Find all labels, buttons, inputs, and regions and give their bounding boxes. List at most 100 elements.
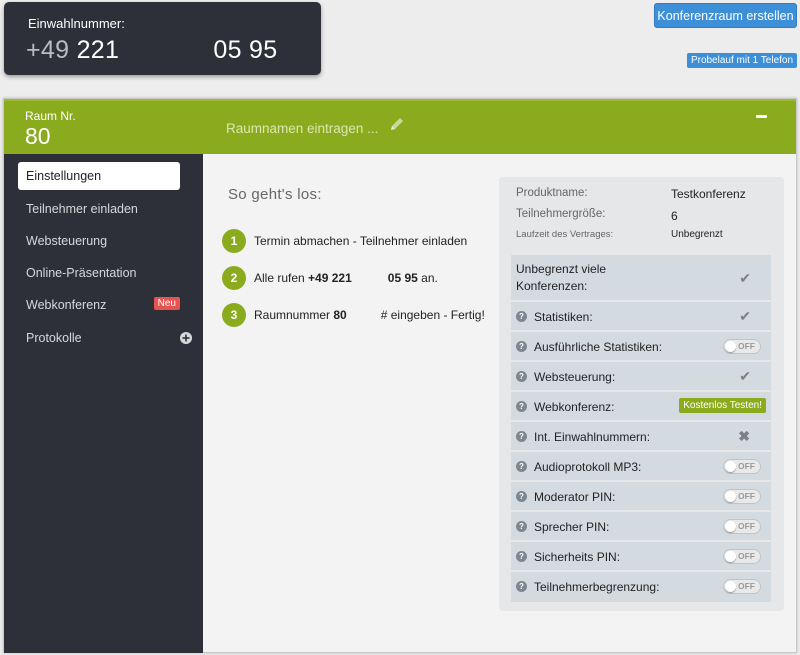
help-icon[interactable]: ? [516, 371, 527, 382]
check-icon: ✔ [739, 368, 751, 384]
feature-label: Moderator PIN: [534, 490, 616, 504]
sidebar-item-protokolle[interactable]: Protokolle [18, 324, 192, 352]
dialin-country-code: +49 [26, 36, 70, 64]
help-icon[interactable]: ? [516, 461, 527, 472]
feature-row-ausfuehrliche-statistiken: ? Ausführliche Statistiken: OFF [511, 332, 771, 362]
toggle-switch[interactable]: OFF [723, 459, 761, 474]
toggle-switch[interactable]: OFF [723, 519, 761, 534]
step-text-post: # eingeben - Fertig! [380, 308, 485, 322]
feature-row-unbegrenzt: Unbegrenzt viele Konferenzen: ✔ [511, 255, 771, 302]
step-number: 2 [222, 266, 246, 290]
toggle-off-label: OFF [738, 461, 755, 471]
cross-icon: ✖ [738, 428, 750, 444]
feature-row-websteuerung: ? Websteuerung: ✔ [511, 362, 771, 392]
feature-row-moderator-pin: ? Moderator PIN: OFF [511, 482, 771, 512]
help-icon[interactable]: ? [516, 521, 527, 532]
check-icon: ✔ [739, 308, 751, 324]
feature-row-audioprotokoll: ? Audioprotokoll MP3: OFF [511, 452, 771, 482]
product-name-value: Testkonferenz [671, 187, 746, 201]
dialin-number-tail: 05 95 [213, 36, 278, 64]
feature-row-sprecher-pin: ? Sprecher PIN: OFF [511, 512, 771, 542]
step-dialin-tail-bold: 05 95 [387, 271, 418, 285]
feature-label: Audioprotokoll MP3: [534, 460, 642, 474]
feature-label: Teilnehmerbegrenzung: [534, 580, 660, 594]
step-2: 2 Alle rufen +49 221 05 95 an. [222, 266, 438, 290]
step-text-pre: Alle rufen [254, 271, 305, 285]
product-info-box: Produktname: Testkonferenz Teilnehmergrö… [499, 177, 784, 611]
toggle-switch[interactable]: OFF [723, 489, 761, 504]
step-number: 1 [222, 229, 246, 253]
step-number: 3 [222, 303, 246, 327]
toggle-switch[interactable]: OFF [723, 579, 761, 594]
help-icon[interactable]: ? [516, 431, 527, 442]
help-icon[interactable]: ? [516, 311, 527, 322]
sidebar-item-online-praesentation[interactable]: Online-Präsentation [18, 259, 180, 287]
sidebar-item-label: Teilnehmer einladen [26, 202, 138, 216]
help-icon[interactable]: ? [516, 491, 527, 502]
free-test-button[interactable]: Kostenlos Testen! [679, 398, 766, 413]
product-name-label: Produktname: [516, 187, 588, 199]
dialin-label: Einwahlnummer: [28, 16, 125, 31]
dialin-box: Einwahlnummer: +49 221 05 95 [4, 2, 321, 75]
step-dialin-bold: +49 221 [308, 271, 352, 285]
step-3: 3 Raumnummer 80 # eingeben - Fertig! [222, 303, 485, 327]
sidebar-item-label: Protokolle [26, 331, 82, 345]
step-text: Termin abmachen - Teilnehmer einladen [254, 234, 468, 248]
sidebar-item-einstellungen[interactable]: Einstellungen [18, 162, 180, 190]
plus-circle-icon[interactable] [180, 332, 192, 344]
dialin-area-code: 221 [76, 36, 120, 64]
step-1: 1 Termin abmachen - Teilnehmer einladen [222, 229, 467, 253]
room-number: 80 [25, 123, 51, 149]
toggle-off-label: OFF [738, 341, 755, 351]
feature-label: Ausführliche Statistiken: [534, 340, 663, 354]
step-room-bold: 80 [333, 308, 347, 322]
toggle-knob [725, 341, 736, 352]
toggle-knob [725, 521, 736, 532]
sidebar-item-label: Webkonferenz [26, 298, 107, 312]
help-icon[interactable]: ? [516, 581, 527, 592]
feature-row-teilnehmerbegrenzung: ? Teilnehmerbegrenzung: OFF [511, 572, 771, 602]
sidebar-item-webkonferenz[interactable]: Webkonferenz Neu [18, 291, 180, 319]
sidebar-item-label: Online-Präsentation [26, 266, 137, 280]
dialin-number: +49 221 05 95 [26, 36, 277, 65]
step-text-post: an. [421, 271, 438, 285]
feature-label: Unbegrenzt viele Konferenzen: [516, 261, 606, 295]
help-icon[interactable]: ? [516, 401, 527, 412]
contract-term-value: Unbegrenzt [671, 229, 723, 240]
participant-size-label: Teilnehmergröße: [516, 208, 606, 220]
feature-label: Webkonferenz: [534, 400, 615, 414]
sidebar: Einstellungen Teilnehmer einladen Webste… [4, 154, 203, 653]
toggle-off-label: OFF [738, 491, 755, 501]
pencil-icon[interactable] [388, 115, 406, 133]
feature-label: Sicherheits PIN: [534, 550, 621, 564]
toggle-knob [725, 491, 736, 502]
step-text-pre: Raumnummer [254, 308, 331, 322]
feature-label: Int. Einwahlnummern: [534, 430, 651, 444]
help-icon[interactable]: ? [516, 551, 527, 562]
toggle-knob [725, 581, 736, 592]
feature-label: Sprecher PIN: [534, 520, 610, 534]
trial-button[interactable]: Probelauf mit 1 Telefon [687, 53, 797, 68]
sidebar-item-websteuerung[interactable]: Websteuerung [18, 227, 180, 255]
feature-row-sicherheits-pin: ? Sicherheits PIN: OFF [511, 542, 771, 572]
collapse-button[interactable] [756, 115, 767, 118]
toggle-knob [725, 461, 736, 472]
create-room-button[interactable]: Konferenzraum erstellen [654, 3, 797, 28]
participant-size-value: 6 [671, 209, 678, 223]
intro-title: So geht's los: [228, 186, 322, 203]
toggle-switch[interactable]: OFF [723, 549, 761, 564]
help-icon[interactable]: ? [516, 341, 527, 352]
feature-label: Websteuerung: [534, 370, 616, 384]
toggle-knob [725, 551, 736, 562]
toggle-off-label: OFF [738, 551, 755, 561]
sidebar-item-teilnehmer-einladen[interactable]: Teilnehmer einladen [18, 195, 180, 223]
toggle-off-label: OFF [738, 521, 755, 531]
toggle-switch[interactable]: OFF [723, 339, 761, 354]
room-panel: Raum Nr. 80 Raumnamen eintragen ... Eins… [3, 98, 797, 653]
feature-row-webkonferenz: ? Webkonferenz: Kostenlos Testen! [511, 392, 771, 422]
feature-row-int-einwahlnummern: ? Int. Einwahlnummern: ✖ [511, 422, 771, 452]
room-label: Raum Nr. [25, 109, 76, 123]
feature-label-line1: Unbegrenzt viele [516, 262, 607, 276]
toggle-off-label: OFF [738, 581, 755, 591]
room-name-input[interactable]: Raumnamen eintragen ... [226, 121, 378, 136]
